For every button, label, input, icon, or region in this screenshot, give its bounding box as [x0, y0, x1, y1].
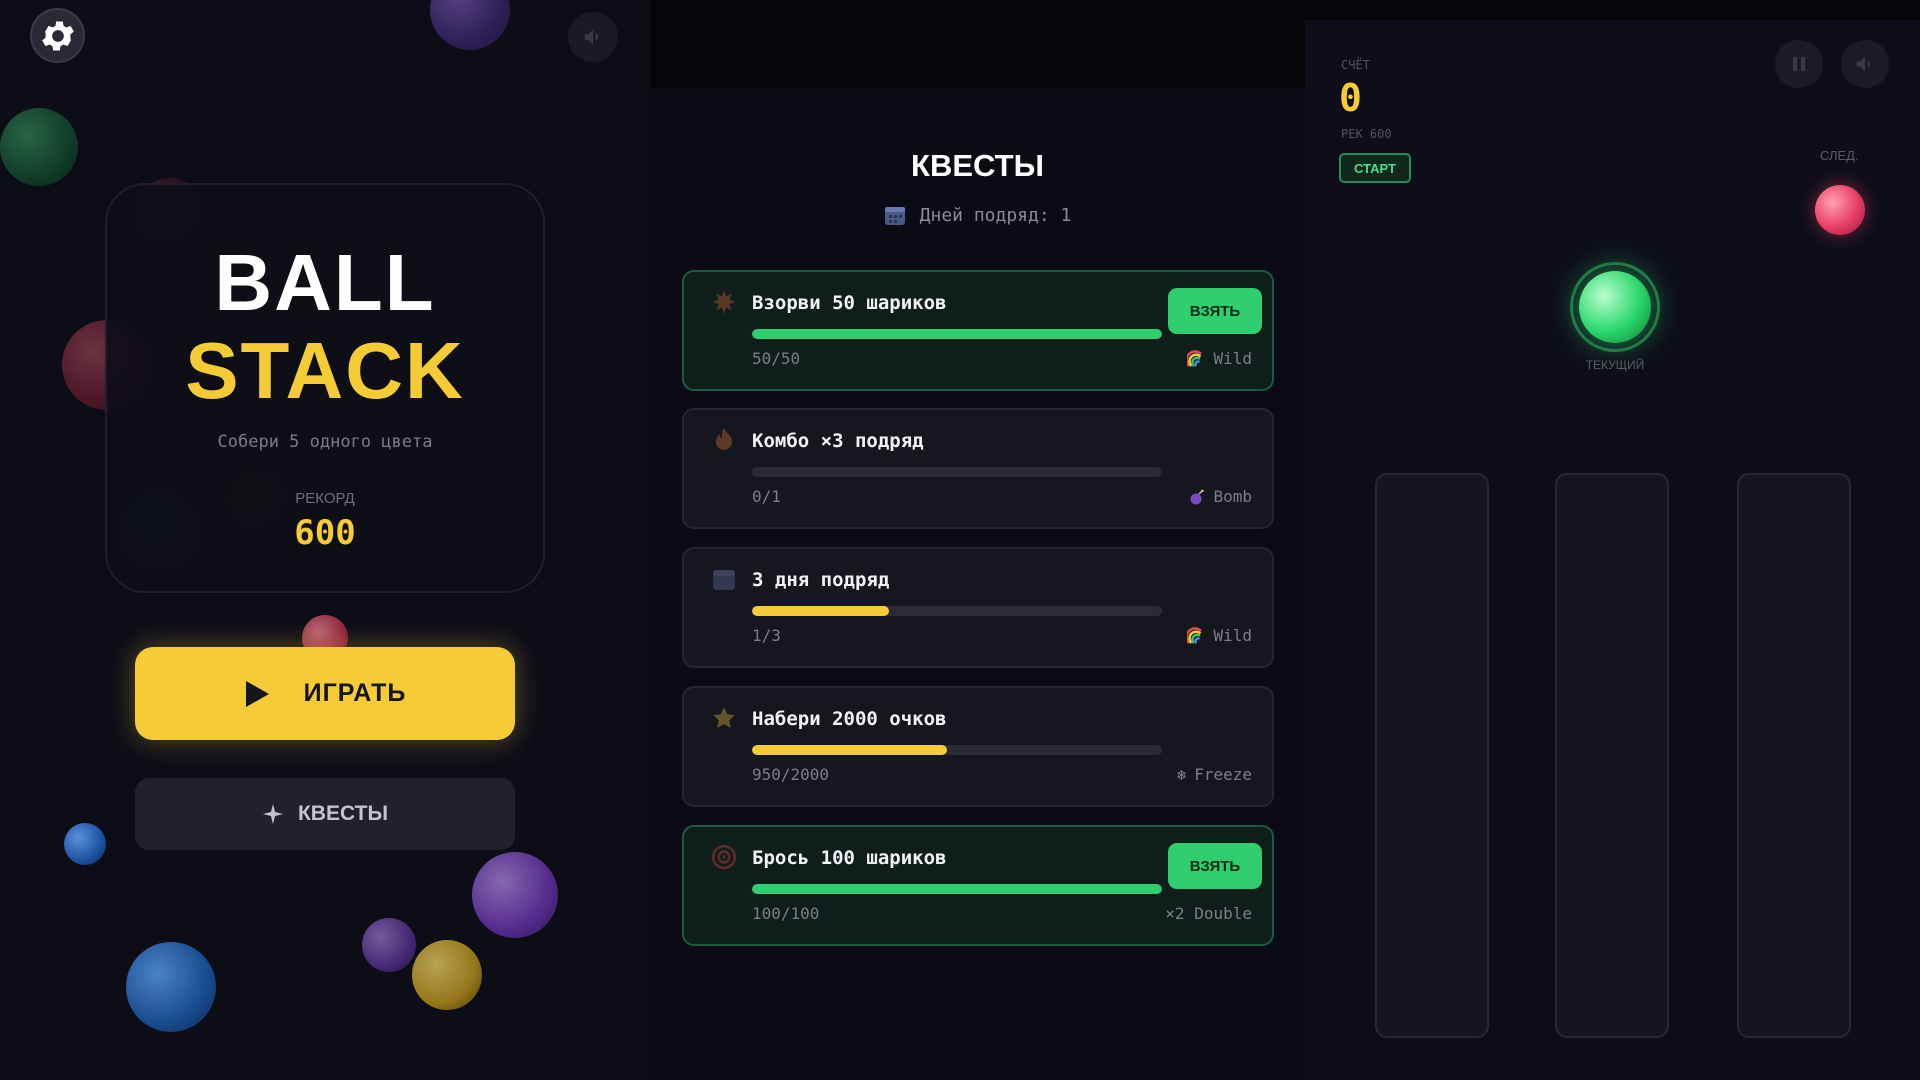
record-label: РЕКОРД: [295, 490, 355, 507]
current-ball-label: ТЕКУЩИЙ: [1585, 358, 1645, 372]
decor-ball: [64, 823, 106, 865]
quest-title: 3 дня подряд: [752, 569, 890, 591]
quest-progress-bar: [752, 329, 1162, 339]
sparkle-icon: [262, 803, 284, 825]
stack-column-1[interactable]: [1375, 473, 1489, 1038]
quests-panel: КВЕСТЫ Дней подряд: 1 Взорви 50 шариков …: [650, 0, 1305, 1080]
quest-reward: Wild: [1187, 626, 1252, 645]
decor-ball: [126, 942, 216, 1032]
quests-button[interactable]: КВЕСТЫ: [135, 778, 515, 850]
streak-text: Дней подряд: 1: [919, 204, 1072, 226]
quest-reward: Wild: [1187, 349, 1252, 368]
rainbow-icon: [1187, 626, 1205, 645]
quest-title: Взорви 50 шариков: [752, 292, 947, 314]
quest-progress-bar: [752, 606, 1162, 616]
next-ball: [1815, 185, 1865, 235]
quest-reward: Bomb: [1189, 487, 1252, 506]
current-ball-holder: [1570, 262, 1660, 352]
rainbow-icon: [1187, 349, 1205, 368]
top-bar: [1305, 0, 1920, 20]
pause-button[interactable]: [1775, 40, 1823, 88]
decor-ball: [0, 108, 78, 186]
quest-card: Взорви 50 шариков 50/50 Wild ВЗЯТЬ: [682, 270, 1274, 391]
quest-reward-label: Wild: [1213, 349, 1252, 368]
play-button-label: ИГРАТЬ: [303, 679, 407, 707]
quest-progress-fill: [752, 606, 889, 616]
quest-reward: ×2 Double: [1165, 904, 1252, 923]
quest-title: Комбо ×3 подряд: [752, 430, 924, 452]
snowflake-icon: ❄: [1177, 765, 1187, 784]
settings-button[interactable]: [30, 8, 85, 63]
speaker-icon: [582, 26, 604, 48]
quests-title: КВЕСТЫ: [911, 148, 1044, 183]
quest-progress-text: 50/50: [752, 349, 801, 368]
quest-card: 3 дня подряд 1/3 Wild: [682, 547, 1274, 668]
game-subtitle: Собери 5 одного цвета: [217, 432, 433, 452]
quest-reward-label: Wild: [1213, 626, 1252, 645]
quest-reward-label: Freeze: [1194, 765, 1252, 784]
pause-icon: [1791, 55, 1807, 73]
next-ball-label: СЛЕД.: [1820, 148, 1859, 163]
game-title-line1: BALL: [214, 238, 436, 327]
decor-ball: [362, 918, 416, 972]
quest-progress-text: 0/1: [752, 487, 781, 506]
sound-button[interactable]: [568, 12, 618, 62]
quest-progress-text: 100/100: [752, 904, 820, 923]
quest-progress-bar: [752, 745, 1162, 755]
stack-column-2[interactable]: [1555, 473, 1669, 1038]
quest-title: Брось 100 шариков: [752, 847, 947, 869]
start-badge[interactable]: СТАРТ: [1339, 153, 1411, 183]
calendar-icon: [884, 204, 906, 226]
game-panel: СЧЁТ 0 РЕК 600 СТАРТ СЛЕД. ТЕКУЩИЙ: [1305, 0, 1920, 1080]
star-icon: [710, 704, 738, 732]
title-card: BALL STACK Собери 5 одного цвета РЕКОРД …: [105, 183, 545, 593]
stack-column-3[interactable]: [1737, 473, 1851, 1038]
top-bar: [650, 0, 1305, 88]
speaker-icon: [1854, 53, 1876, 75]
play-icon: [244, 680, 270, 708]
decor-ball: [430, 0, 510, 50]
quest-progress-text: 1/3: [752, 626, 781, 645]
quest-progress-fill: [752, 884, 1162, 894]
score-value: 0: [1339, 76, 1362, 120]
quest-progress-fill: [752, 329, 1162, 339]
quests-button-label: КВЕСТЫ: [297, 802, 389, 825]
calendar-icon: [710, 565, 738, 593]
play-button[interactable]: ИГРАТЬ: [135, 647, 515, 740]
quest-card: Брось 100 шариков 100/100 ×2 Double ВЗЯТ…: [682, 825, 1274, 946]
quest-reward-label: Bomb: [1213, 487, 1252, 506]
record-value: 600: [294, 513, 356, 553]
claim-button[interactable]: ВЗЯТЬ: [1168, 843, 1262, 889]
streak-info: Дней подряд: 1: [650, 204, 1305, 226]
current-ball[interactable]: [1579, 271, 1651, 343]
best-score-label: РЕК 600: [1341, 127, 1392, 141]
sound-button[interactable]: [1841, 40, 1889, 88]
quest-progress-text: 950/2000: [752, 765, 830, 784]
quest-progress-bar: [752, 884, 1162, 894]
claim-button[interactable]: ВЗЯТЬ: [1168, 288, 1262, 334]
decor-ball: [472, 852, 558, 938]
quest-progress-bar: [752, 467, 1162, 477]
quest-card: Набери 2000 очков 950/2000 ❄ Freeze: [682, 686, 1274, 807]
score-label: СЧЁТ: [1341, 58, 1370, 72]
gear-icon: [38, 16, 78, 56]
quest-progress-fill: [752, 745, 947, 755]
fire-icon: [710, 426, 738, 454]
explosion-icon: [710, 288, 738, 316]
bomb-icon: [1189, 489, 1205, 505]
quest-reward-label: ×2 Double: [1165, 904, 1252, 923]
quest-reward: ❄ Freeze: [1177, 765, 1252, 784]
decor-ball: [412, 940, 482, 1010]
menu-panel: BALL STACK Собери 5 одного цвета РЕКОРД …: [0, 0, 650, 1080]
quest-title: Набери 2000 очков: [752, 708, 947, 730]
target-icon: [710, 843, 738, 871]
game-title-line2: STACK: [185, 326, 465, 415]
quest-card: Комбо ×3 подряд 0/1 Bomb: [682, 408, 1274, 529]
